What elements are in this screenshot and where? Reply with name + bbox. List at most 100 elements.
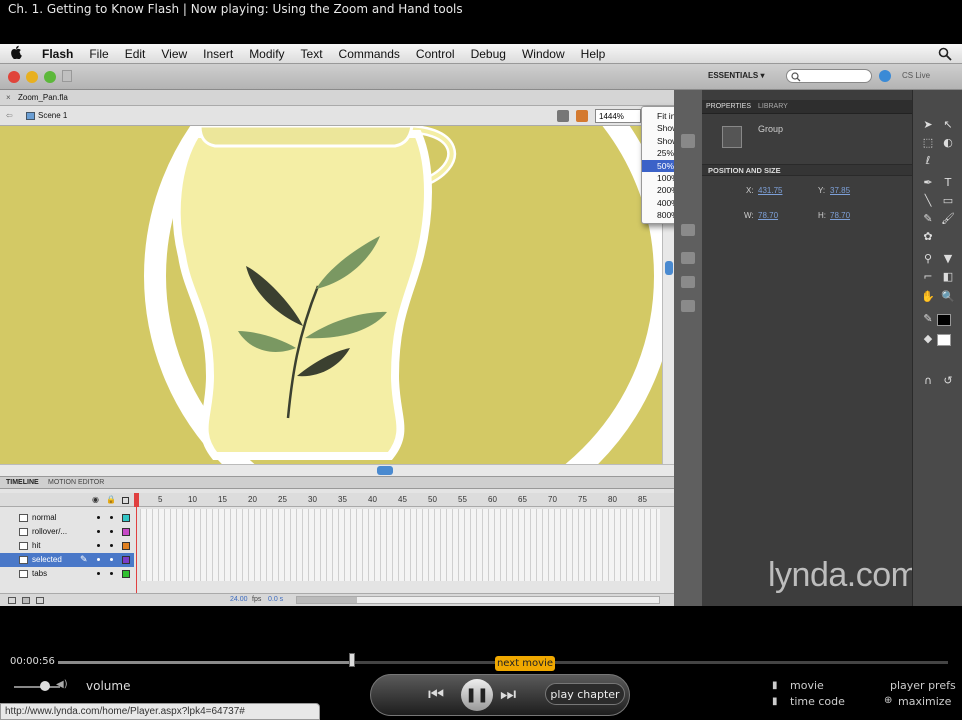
eraser-tool-icon[interactable]: ◧ (941, 270, 955, 284)
scrubber-handle[interactable] (348, 653, 355, 667)
section-position-size[interactable]: POSITION AND SIZE (708, 166, 781, 175)
tab-library[interactable]: LIBRARY (758, 103, 788, 110)
menu-flash[interactable]: Flash (34, 47, 81, 61)
deco-tool-icon[interactable]: ✿ (921, 230, 935, 244)
apple-icon[interactable] (0, 45, 34, 62)
maximize-icon[interactable]: ⊕ (884, 695, 892, 706)
visibility-dot[interactable] (97, 530, 100, 533)
hand-tool-icon[interactable]: ✋ (921, 290, 935, 304)
panel-icon[interactable] (681, 224, 695, 236)
stroke-color-icon[interactable]: ✎ (921, 312, 935, 326)
menu-insert[interactable]: Insert (195, 47, 241, 61)
scene-label[interactable]: Scene 1 (38, 111, 67, 120)
layer-color-swatch[interactable] (122, 528, 130, 536)
free-transform-tool-icon[interactable]: ⬚ (921, 136, 935, 150)
menu-window[interactable]: Window (514, 47, 573, 61)
stage-horizontal-scrollbar[interactable] (0, 464, 674, 476)
next-chapter-icon[interactable]: ⏭ (500, 684, 516, 705)
menu-view[interactable]: View (153, 47, 195, 61)
new-folder-icon[interactable] (22, 597, 30, 604)
menu-modify[interactable]: Modify (241, 47, 292, 61)
new-layer-icon[interactable] (8, 597, 16, 604)
layer-color-swatch[interactable] (122, 570, 130, 578)
selection-tool-icon[interactable]: ➤ (921, 118, 935, 132)
cs-live-icon[interactable] (879, 70, 891, 82)
elapsed-time[interactable]: 0.0 s (268, 596, 283, 603)
stroke-color-swatch[interactable] (937, 314, 951, 326)
menu-edit[interactable]: Edit (117, 47, 154, 61)
outline-icon[interactable] (122, 497, 129, 504)
layer-row-selected[interactable]: selected ✎ (0, 553, 134, 567)
pause-button[interactable]: ❚❚ (461, 679, 493, 711)
play-chapter-button[interactable]: play chapter (545, 683, 625, 705)
vertical-scroll-thumb[interactable] (665, 261, 673, 275)
zoom-tool-icon[interactable]: 🔍 (941, 290, 955, 304)
layer-color-swatch[interactable] (122, 556, 130, 564)
3d-rotation-tool-icon[interactable]: ◐ (941, 136, 955, 150)
help-search-input[interactable] (786, 69, 872, 83)
text-tool-icon[interactable]: T (941, 176, 955, 190)
volume-knob[interactable] (40, 681, 50, 691)
snap-magnet-icon[interactable]: ∩ (921, 374, 935, 388)
tab-motion-editor[interactable]: MOTION EDITOR (48, 479, 104, 486)
rectangle-tool-icon[interactable]: ▭ (941, 194, 955, 208)
layer-color-swatch[interactable] (122, 514, 130, 522)
visibility-dot[interactable] (97, 516, 100, 519)
previous-chapter-icon[interactable]: ⏮ (428, 684, 444, 705)
eye-icon[interactable]: ◉ (92, 495, 99, 504)
h-value[interactable]: 78.70 (830, 211, 850, 220)
y-value[interactable]: 37.85 (830, 186, 850, 195)
zoom-field[interactable]: 1444% (595, 109, 641, 123)
time-code-bookmark-link[interactable]: time code (790, 695, 845, 708)
tab-timeline[interactable]: TIMELINE (6, 479, 39, 486)
visibility-dot[interactable] (97, 572, 100, 575)
smooth-icon[interactable]: ↺ (941, 374, 955, 388)
frame-grid[interactable] (140, 509, 660, 581)
visibility-dot[interactable] (97, 558, 100, 561)
next-movie-button[interactable]: next movie (495, 656, 555, 671)
stage-canvas[interactable] (0, 126, 662, 464)
delete-layer-icon[interactable] (36, 597, 44, 604)
tab-properties[interactable]: PROPERTIES (706, 103, 751, 110)
timeline-scroll-thumb[interactable] (297, 597, 357, 603)
back-arrow-icon[interactable]: ⇦ (6, 111, 13, 120)
workspace-switcher[interactable]: ESSENTIALS ▾ (708, 71, 764, 80)
document-tab[interactable]: Zoom_Pan.fla (18, 93, 68, 102)
cs-live-label[interactable]: CS Live (902, 71, 930, 80)
x-value[interactable]: 431.75 (758, 186, 782, 195)
layer-row[interactable]: rollover/... (0, 525, 134, 539)
menu-file[interactable]: File (81, 47, 116, 61)
pencil-tool-icon[interactable]: ✎ (921, 212, 935, 226)
layer-row[interactable]: normal (0, 511, 134, 525)
lock-dot[interactable] (110, 530, 113, 533)
window-zoom-button[interactable] (44, 71, 56, 83)
line-tool-icon[interactable]: ╲ (921, 194, 935, 208)
eyedropper-tool-icon[interactable]: ⌐ (921, 270, 935, 284)
paint-bucket-tool-icon[interactable]: ▼ (941, 252, 955, 266)
maximize-link[interactable]: maximize (898, 695, 951, 708)
edit-symbols-icon[interactable] (576, 110, 588, 122)
timeline-hscroll[interactable] (296, 596, 660, 604)
panel-icon[interactable] (681, 300, 695, 312)
horizontal-scroll-thumb[interactable] (377, 466, 393, 475)
speaker-icon[interactable]: ◀) (56, 679, 68, 690)
panel-icon[interactable] (681, 134, 695, 148)
lasso-tool-icon[interactable]: ℓ (921, 154, 935, 168)
brush-tool-icon[interactable]: 🖌 (941, 212, 955, 226)
volume-slider[interactable] (14, 681, 60, 691)
lock-dot[interactable] (110, 516, 113, 519)
spotlight-search-icon[interactable] (938, 47, 952, 61)
panel-icon[interactable] (681, 252, 695, 264)
w-value[interactable]: 78.70 (758, 211, 778, 220)
menu-debug[interactable]: Debug (463, 47, 514, 61)
fps-value[interactable]: 24.00 (230, 596, 248, 603)
layer-row[interactable]: hit (0, 539, 134, 553)
lock-dot[interactable] (110, 544, 113, 547)
subselection-tool-icon[interactable]: ↖ (941, 118, 955, 132)
menu-control[interactable]: Control (408, 47, 463, 61)
bone-tool-icon[interactable]: ⚲ (921, 252, 935, 266)
lock-dot[interactable] (110, 558, 113, 561)
player-prefs-link[interactable]: player prefs (890, 679, 956, 692)
lock-dot[interactable] (110, 572, 113, 575)
layer-color-swatch[interactable] (122, 542, 130, 550)
